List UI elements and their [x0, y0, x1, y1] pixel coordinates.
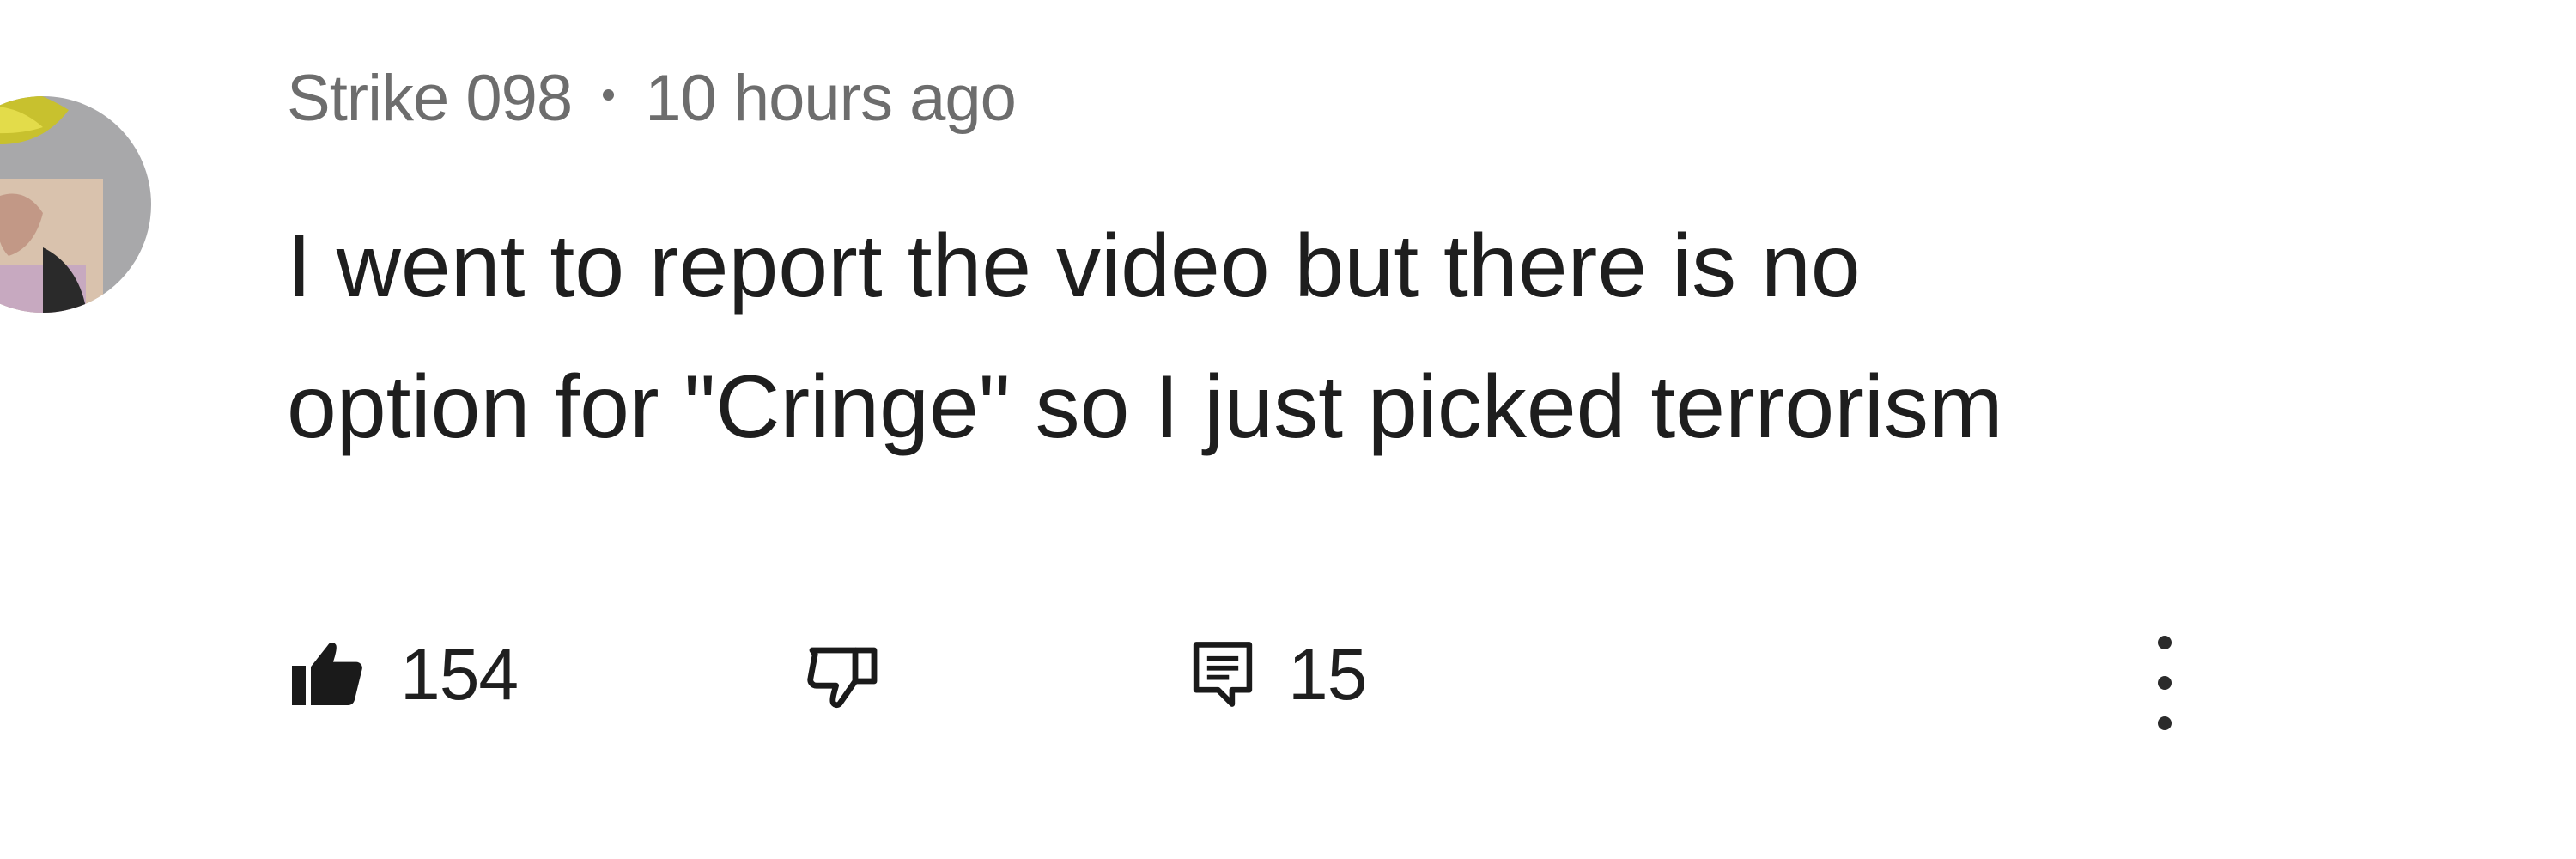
comment-text-line: I went to report the video but there is … — [287, 216, 1861, 316]
more-vertical-icon-dot — [2158, 676, 2172, 690]
thumbs-down-icon — [807, 647, 878, 709]
comment-text: I went to report the video but there is … — [287, 196, 2519, 478]
author-name[interactable]: Strike 098 — [287, 61, 573, 136]
timestamp: 10 hours ago — [645, 61, 1017, 135]
comment-header: Strike 098 10 hours ago — [287, 55, 1017, 141]
avatar[interactable] — [0, 50, 151, 359]
thumbs-up-icon — [292, 643, 362, 705]
reply-button[interactable]: 15 — [1188, 627, 1367, 722]
more-vertical-icon-dot — [2158, 716, 2172, 730]
reply-icon — [1193, 642, 1253, 707]
like-button[interactable]: 154 — [287, 627, 519, 722]
comment-thread: Strike 098 10 hours ago I went to report… — [0, 0, 2576, 859]
avatar-image — [0, 96, 151, 313]
more-options-button[interactable] — [2135, 636, 2195, 730]
separator-dot — [603, 88, 615, 101]
reply-count: 15 — [1288, 633, 1367, 715]
comment-text-line: option for "Cringe" so I just picked ter… — [287, 357, 2003, 457]
dislike-button[interactable] — [802, 627, 884, 722]
more-vertical-icon — [2158, 636, 2172, 649]
like-count: 154 — [400, 633, 519, 715]
